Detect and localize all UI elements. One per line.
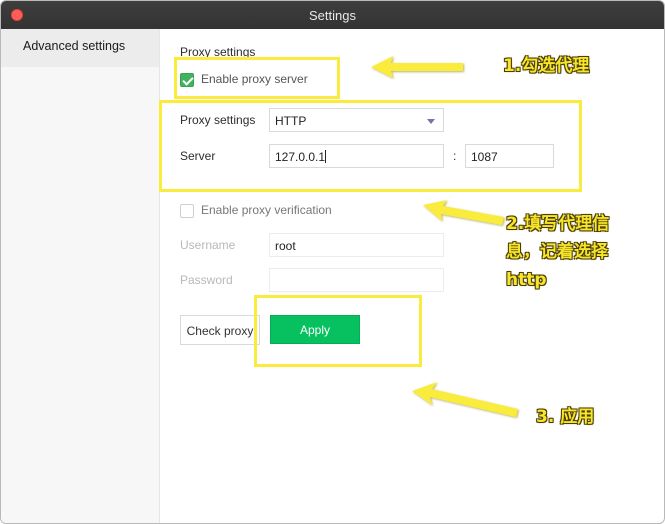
settings-window: Settings Advanced settings Proxy setting… [0,0,665,524]
annotation-step1: 1.勾选代理 [503,56,590,76]
annotation-step2-line2: 息，记着选择 [506,242,608,262]
arrow-step3 [412,382,518,417]
annotation-step3: 3. 应用 [536,407,595,427]
annotation-step2-line1: 2.填写代理信 [506,214,610,234]
arrow-step1 [371,56,463,78]
annotation-step2-line3: http [506,270,547,290]
arrow-step2 [423,200,504,225]
